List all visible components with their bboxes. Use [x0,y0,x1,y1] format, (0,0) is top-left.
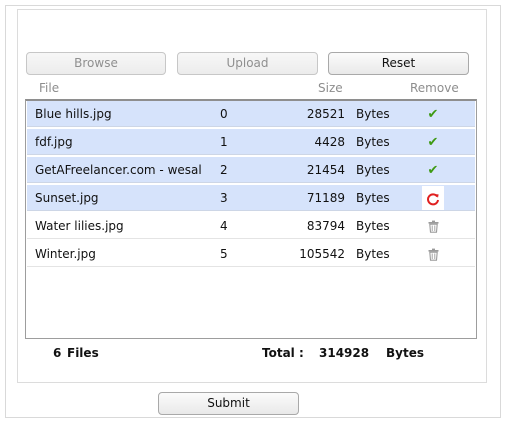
column-header-remove: Remove [410,81,459,95]
file-row[interactable]: Sunset.jpg 3 71189 Bytes [27,185,475,211]
submit-button[interactable]: Submit [158,392,299,415]
total-label: Total : [262,346,304,360]
file-index: 2 [220,163,228,177]
file-count-label: Files [67,346,99,360]
file-size-unit: Bytes [356,107,390,121]
file-name: GetAFreelancer.com - wesal [35,163,202,177]
check-icon: ✔ [427,107,439,122]
total-size: 314928 [319,346,370,360]
file-index: 1 [220,135,228,149]
file-row[interactable]: Blue hills.jpg 0 28521 Bytes ✔ [27,101,475,127]
file-count: 6 [53,346,62,360]
file-size-unit: Bytes [356,219,390,233]
refresh-icon[interactable] [422,186,444,210]
file-name: fdf.jpg [35,135,73,149]
file-index: 3 [220,191,228,205]
file-list[interactable]: Blue hills.jpg 0 28521 Bytes ✔ fdf.jpg 1… [25,99,477,339]
trash-icon[interactable] [422,214,444,238]
browse-button[interactable]: Browse [26,52,166,75]
check-icon: ✔ [427,135,439,150]
file-size-unit: Bytes [356,135,390,149]
total-size-unit: Bytes [386,346,424,360]
file-name: Water lilies.jpg [35,219,124,233]
reset-button[interactable]: Reset [328,52,469,75]
file-size: 21454 [306,163,345,177]
file-size-unit: Bytes [356,191,390,205]
file-size: 4428 [314,135,345,149]
file-size-unit: Bytes [356,163,390,177]
column-header-size: Size [318,81,343,95]
upload-button[interactable]: Upload [177,52,318,75]
file-size: 71189 [306,191,345,205]
file-size: 105542 [299,247,345,261]
file-row[interactable]: GetAFreelancer.com - wesal 2 21454 Bytes… [27,157,475,183]
file-row[interactable]: Water lilies.jpg 4 83794 Bytes [27,213,475,239]
file-size: 28521 [306,107,345,121]
file-row[interactable]: Winter.jpg 5 105542 Bytes [27,241,475,267]
file-index: 5 [220,247,228,261]
file-name: Sunset.jpg [35,191,99,205]
file-name: Blue hills.jpg [35,107,112,121]
trash-icon[interactable] [422,242,444,266]
file-name: Winter.jpg [35,247,96,261]
file-size-unit: Bytes [356,247,390,261]
check-icon: ✔ [427,163,439,178]
file-index: 4 [220,219,228,233]
file-row[interactable]: fdf.jpg 1 4428 Bytes ✔ [27,129,475,155]
file-size: 83794 [306,219,345,233]
column-header-file: File [39,81,60,95]
file-index: 0 [220,107,228,121]
